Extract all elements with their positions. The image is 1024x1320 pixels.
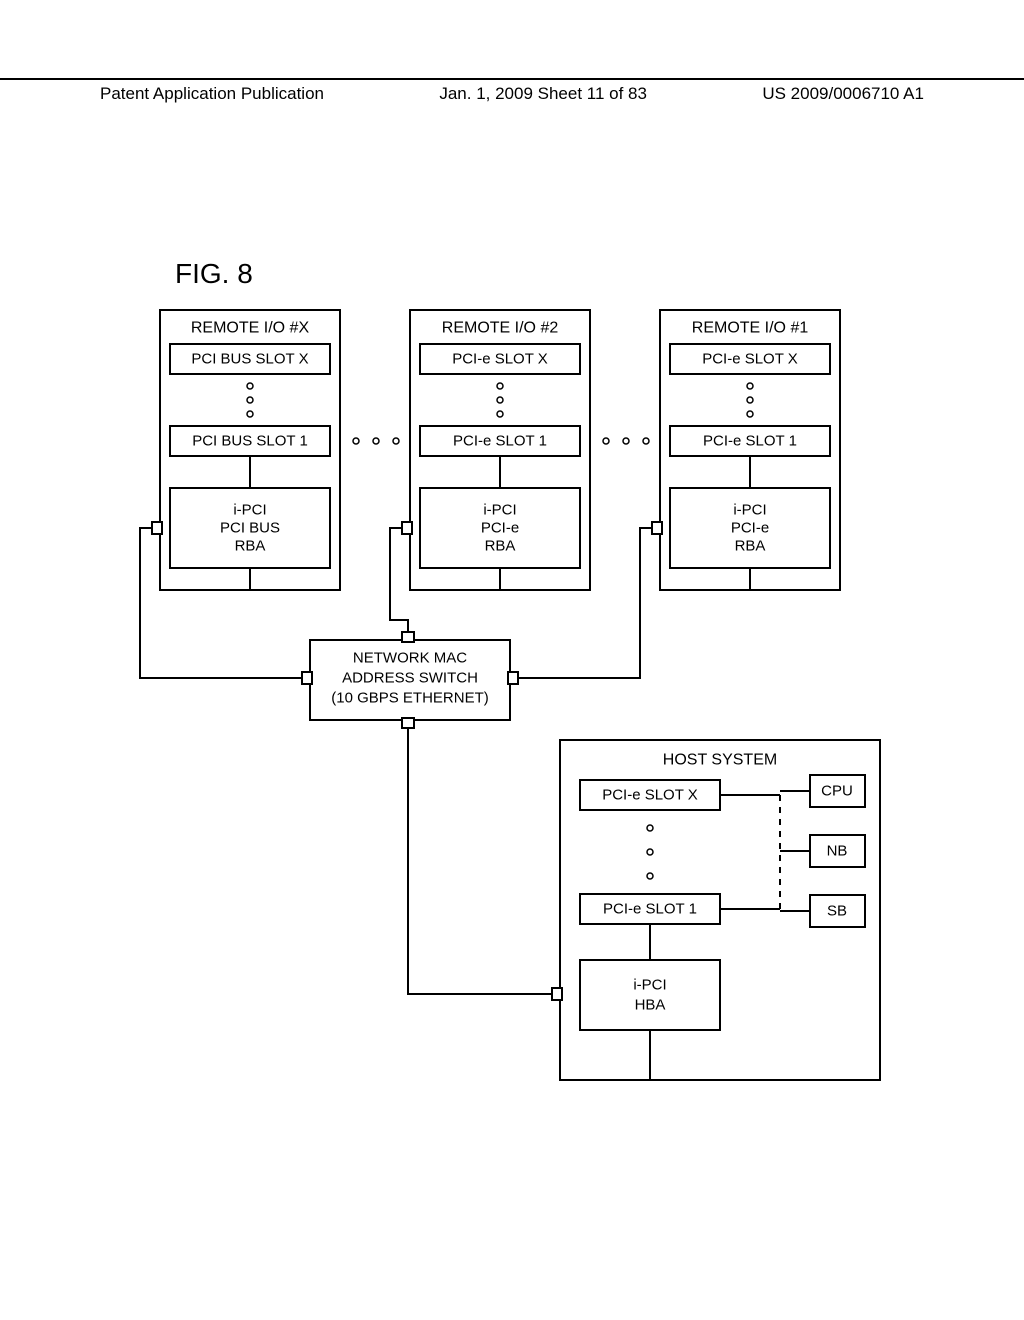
remote-1-rba1: i-PCI (733, 502, 766, 519)
remote-2-rba1: i-PCI (483, 502, 516, 519)
remote-io-x: REMOTE I/O #X PCI BUS SLOT X PCI BUS SLO… (152, 310, 340, 590)
remote-2-rba3: RBA (485, 538, 516, 555)
remote-x-rba2: PCI BUS (220, 520, 280, 537)
remote-2-slotx: PCI-e SLOT X (452, 351, 548, 368)
header-right: US 2009/0006710 A1 (762, 84, 924, 104)
remote-1-rba2: PCI-e (731, 520, 769, 537)
remote-x-slotx: PCI BUS SLOT X (191, 351, 308, 368)
remote-2-slot1: PCI-e SLOT 1 (453, 433, 547, 450)
remote-2-rba2: PCI-e (481, 520, 519, 537)
host-hba2: HBA (635, 997, 666, 1014)
remote-io-1: REMOTE I/O #1 PCI-e SLOT X PCI-e SLOT 1 … (652, 310, 840, 590)
host-slot1: PCI-e SLOT 1 (603, 901, 697, 918)
page-header: Patent Application Publication Jan. 1, 2… (0, 78, 1024, 104)
remote-x-slot1: PCI BUS SLOT 1 (192, 433, 308, 450)
switch-l3: (10 GBPS ETHERNET) (331, 690, 489, 707)
host-system: HOST SYSTEM PCI-e SLOT X PCI-e SLOT 1 i-… (552, 740, 880, 1080)
remote-1-slotx: PCI-e SLOT X (702, 351, 798, 368)
host-nb: NB (827, 843, 848, 860)
host-slotx: PCI-e SLOT X (602, 787, 698, 804)
remote-io-2: REMOTE I/O #2 PCI-e SLOT X PCI-e SLOT 1 … (402, 310, 590, 590)
header-left: Patent Application Publication (100, 84, 324, 104)
host-cpu: CPU (821, 783, 853, 800)
remote-x-rba1: i-PCI (233, 502, 266, 519)
remote-x-title: REMOTE I/O #X (191, 320, 310, 337)
host-hba1: i-PCI (633, 977, 666, 994)
remote-1-title: REMOTE I/O #1 (692, 320, 809, 337)
diagram-svg: REMOTE I/O #X PCI BUS SLOT X PCI BUS SLO… (130, 300, 900, 1130)
remote-1-slot1: PCI-e SLOT 1 (703, 433, 797, 450)
remote-1-rba3: RBA (735, 538, 766, 555)
switch-l1: NETWORK MAC (353, 650, 467, 667)
header-center: Jan. 1, 2009 Sheet 11 of 83 (439, 84, 647, 104)
figure-label: FIG. 8 (175, 258, 253, 290)
host-title: HOST SYSTEM (663, 752, 777, 769)
remote-2-title: REMOTE I/O #2 (442, 320, 559, 337)
network-switch: NETWORK MAC ADDRESS SWITCH (10 GBPS ETHE… (302, 632, 518, 728)
switch-l2: ADDRESS SWITCH (342, 670, 478, 687)
host-sb: SB (827, 903, 847, 920)
remote-x-rba3: RBA (235, 538, 266, 555)
